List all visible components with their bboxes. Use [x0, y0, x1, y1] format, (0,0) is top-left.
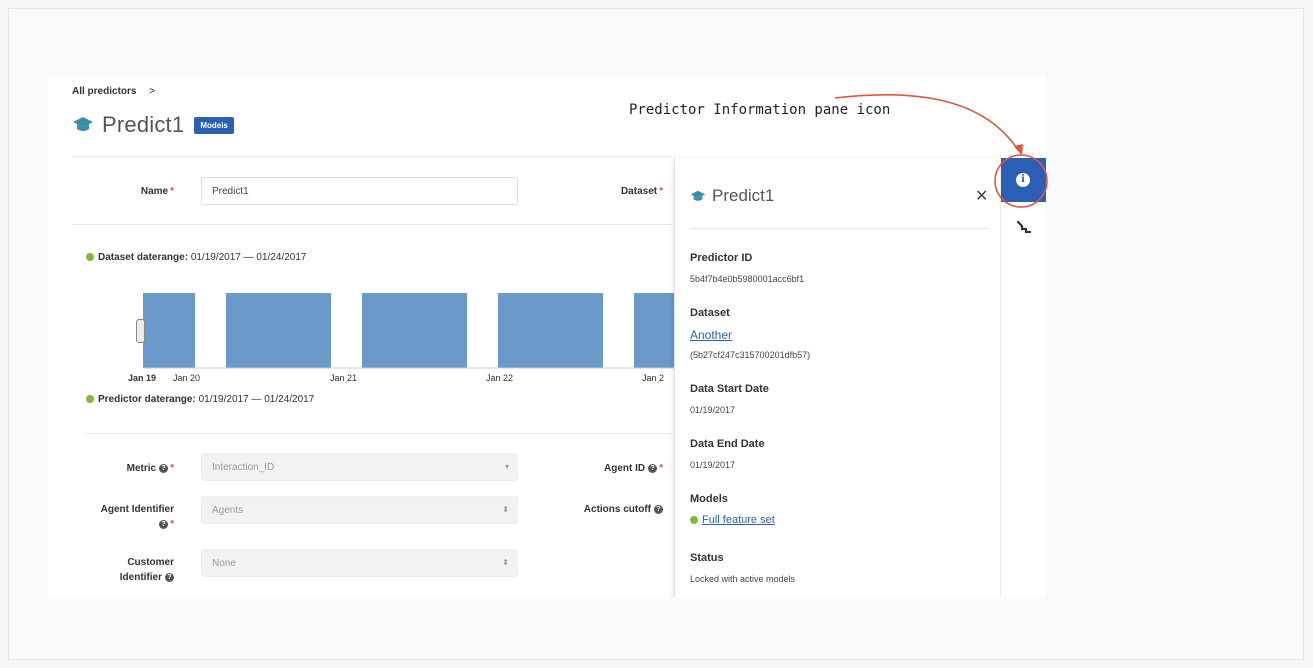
model-link-full-feature-set[interactable]: Full feature set — [702, 514, 775, 526]
x-tick-label: Jan 22 — [486, 373, 513, 383]
divider — [72, 156, 672, 157]
select-arrow-icon: ⬍ — [502, 558, 509, 567]
agent-id-label: Agent ID? * — [603, 463, 663, 474]
dataset-id-value: (5b27cf247c315700201dfb57) — [690, 350, 811, 360]
agent-identifier-label: Agent Identifier ? * — [100, 504, 174, 530]
select-arrow-icon: ▾ — [504, 462, 509, 471]
predictor-info-pane: Predict1 ✕ Predictor ID 5b4f7b4e0b598000… — [674, 158, 1001, 597]
customer-identifier-label: Customer Identifier? — [119, 557, 174, 583]
help-icon: ? — [165, 572, 174, 582]
x-tick-label: Jan 2 — [642, 373, 664, 383]
agent-identifier-select[interactable]: Agents ⬍ — [201, 496, 518, 524]
metric-select[interactable]: Interaction_ID ▾ — [201, 453, 518, 481]
models-section-label: Models — [690, 493, 728, 505]
help-icon: ? — [648, 463, 658, 473]
start-date-label: Data Start Date — [690, 383, 769, 395]
bar-jan-22 — [498, 293, 603, 368]
breadcrumb-all-predictors[interactable]: All predictors — [72, 86, 136, 97]
divider — [72, 224, 672, 225]
breadcrumb-separator: > — [149, 86, 156, 97]
pane-header: Predict1 — [690, 186, 774, 206]
info-pane-button[interactable]: i — [1001, 158, 1046, 202]
x-tick-label: Jan 21 — [330, 373, 357, 383]
check-circle-icon — [86, 253, 94, 261]
name-label: Name * — [140, 186, 174, 197]
predictor-id-value: 5b4f7b4e0b5980001acc6bf1 — [690, 274, 805, 284]
bar-jan-20 — [226, 293, 331, 368]
link-icon[interactable] — [1014, 218, 1034, 238]
annotation-label: Predictor Information pane icon — [629, 102, 891, 118]
daterange-bar-chart: Jan 19 Jan 20 Jan 21 Jan 22 Jan 2 — [128, 293, 688, 383]
customer-identifier-select[interactable]: None ⬍ — [201, 549, 518, 577]
pane-title: Predict1 — [712, 186, 775, 205]
x-tick-label: Jan 20 — [173, 373, 200, 383]
predictor-daterange: Predictor daterange: 01/19/2017 — 01/24/… — [86, 394, 314, 405]
models-badge[interactable]: Models — [194, 116, 234, 134]
check-circle-icon — [86, 395, 94, 403]
daterange-chart[interactable]: Jan 19 Jan 20 Jan 21 Jan 22 Jan 2 — [128, 276, 688, 386]
graduation-cap-icon — [690, 190, 706, 201]
bar-jan-21 — [362, 293, 467, 368]
status-label: Status — [690, 552, 724, 564]
pane-divider — [690, 228, 988, 229]
dataset-daterange: Dataset daterange: 01/19/2017 — 01/24/20… — [86, 252, 306, 263]
help-icon: ? — [159, 519, 169, 529]
status-value: Locked with active models — [690, 574, 796, 584]
start-date-value: 01/19/2017 — [690, 405, 736, 415]
bar-jan-19 — [143, 293, 195, 368]
divider — [86, 433, 672, 434]
name-input[interactable]: Predict1 — [201, 177, 518, 205]
breadcrumb: All predictors > — [72, 86, 155, 97]
graduation-cap-icon — [73, 117, 93, 131]
end-date-value: 01/19/2017 — [690, 460, 736, 470]
actions-cutoff-label: Actions cutoff? — [558, 502, 663, 517]
help-icon: ? — [654, 504, 663, 514]
models-entry: Full feature set — [690, 514, 775, 526]
dataset-section-label: Dataset — [690, 307, 730, 319]
range-slider-handle[interactable] — [136, 319, 145, 343]
predictor-page: All predictors > Predict1 Models Name * P… — [48, 76, 1046, 597]
select-arrow-icon: ⬍ — [502, 505, 509, 514]
metric-label: Metric? * — [126, 463, 174, 474]
info-icon: i — [1016, 173, 1030, 187]
right-rail: i — [1000, 158, 1046, 597]
end-date-label: Data End Date — [690, 438, 765, 450]
x-tick-label: Jan 19 — [128, 373, 156, 383]
help-icon: ? — [159, 463, 169, 473]
page-title: Predict1 — [102, 112, 185, 137]
predictor-id-label: Predictor ID — [690, 252, 753, 264]
title-row: Predict1 Models — [72, 112, 234, 138]
check-circle-icon — [690, 516, 698, 524]
close-icon[interactable]: ✕ — [975, 186, 988, 206]
dataset-link[interactable]: Another — [690, 328, 732, 342]
dataset-label: Dataset * — [620, 186, 663, 197]
